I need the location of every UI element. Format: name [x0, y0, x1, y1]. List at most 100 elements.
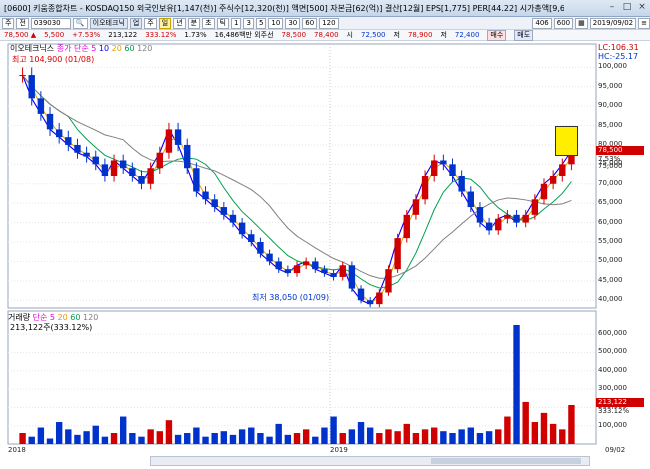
hc-value: HC:-25.17	[598, 52, 639, 61]
volume-bar	[46, 438, 54, 444]
candle	[403, 210, 410, 243]
volume-bar	[65, 429, 72, 444]
candle	[238, 217, 246, 239]
candle-body	[293, 265, 301, 274]
candle	[165, 122, 173, 159]
period-year[interactable]: 년	[173, 17, 186, 29]
price-tick-label: 95,000	[598, 81, 623, 90]
volume-bar	[431, 427, 438, 444]
candle-body	[101, 164, 109, 176]
volume-bar	[220, 431, 228, 444]
stock-label: 이오테크닉스	[10, 44, 55, 53]
candle-body	[412, 199, 420, 215]
candle-body	[449, 164, 456, 176]
candle-body	[184, 144, 191, 169]
candle	[284, 265, 292, 277]
ma5-label: 5	[91, 44, 97, 53]
candle-body	[431, 160, 438, 176]
interval-60[interactable]: 60	[302, 17, 318, 29]
candle-body	[504, 214, 511, 219]
period-second[interactable]: 초	[202, 17, 215, 29]
candle	[55, 122, 63, 144]
candle-body	[394, 238, 401, 270]
candle-body	[458, 176, 465, 192]
volume-bar	[165, 420, 173, 444]
candle-body	[19, 75, 26, 77]
candle-body	[119, 160, 127, 169]
volume-bar	[248, 427, 255, 444]
volume-bar	[110, 433, 118, 444]
candle-body	[229, 214, 237, 223]
candle-body	[522, 214, 529, 223]
candle	[485, 217, 493, 235]
volume-bar	[101, 436, 109, 444]
bar-count-shown[interactable]: 406	[532, 17, 552, 29]
volume-bar	[366, 427, 374, 444]
maximize-icon[interactable]: □	[621, 2, 633, 14]
market-select[interactable]: 주	[2, 17, 15, 29]
volume-bar	[531, 422, 539, 444]
menu-icon[interactable]: ≡	[638, 17, 650, 29]
price-legend: 이오테크닉스 종가 단순 5 10 20 60 120	[10, 43, 152, 54]
volume-bar	[312, 436, 319, 444]
volume-bar	[339, 433, 346, 444]
interval-5[interactable]: 5	[255, 17, 267, 29]
scope-select[interactable]: 전	[16, 17, 29, 29]
candle-series	[19, 67, 575, 308]
volume-bar	[284, 434, 292, 444]
price-tick-label: 45,000	[598, 275, 623, 284]
volume-bar	[549, 423, 557, 444]
highlight-box[interactable]	[555, 126, 578, 156]
scrollbar-thumb[interactable]	[431, 458, 581, 464]
volume-bar	[28, 436, 35, 444]
candle-body	[559, 164, 566, 176]
period-minute[interactable]: 분	[187, 17, 201, 29]
chart-scrollbar[interactable]	[150, 456, 590, 466]
candle	[339, 261, 346, 281]
candle	[412, 194, 420, 220]
price-tick-label: 40,000	[598, 295, 623, 304]
candle-body	[302, 261, 310, 266]
volume-bar	[376, 433, 383, 444]
search-icon[interactable]: 🔍	[72, 17, 88, 29]
candle	[266, 249, 273, 266]
volume-bar	[147, 429, 154, 444]
window-title: [0600] 키움종합차트 - KOSDAQ150 외국인보유[1,147(천)…	[4, 3, 564, 13]
volume-bar	[559, 429, 566, 444]
period-day[interactable]: 일	[158, 17, 172, 29]
candle	[156, 146, 163, 174]
price-tick-label: 90,000	[598, 101, 623, 110]
date-input[interactable]: 2019/09/02	[589, 17, 637, 29]
candle-body	[284, 269, 292, 274]
minimize-icon[interactable]: –	[606, 2, 618, 14]
candle	[37, 91, 45, 121]
volume-bar	[293, 433, 301, 444]
x-label-2018: 2018	[8, 446, 26, 454]
candle	[220, 202, 228, 220]
candle-body	[357, 288, 365, 301]
interval-30[interactable]: 30	[285, 17, 301, 29]
price-chart[interactable]	[0, 0, 650, 469]
calendar-icon[interactable]: ▦	[575, 17, 588, 29]
interval-3[interactable]: 3	[243, 17, 254, 29]
candle	[19, 67, 26, 83]
sector-button[interactable]: 업	[129, 17, 143, 29]
bar-count-total[interactable]: 600	[553, 17, 574, 29]
candle	[83, 146, 90, 163]
volume-bar	[138, 436, 145, 444]
stock-name-field[interactable]: 이오테크닉	[89, 17, 128, 29]
volume-bar	[568, 404, 575, 444]
interval-120[interactable]: 120	[319, 17, 339, 29]
close-icon[interactable]: ×	[636, 2, 648, 14]
interval-10[interactable]: 10	[268, 17, 284, 29]
sell-button[interactable]: 매도	[514, 29, 534, 41]
stock-code-input[interactable]: 039030	[30, 17, 71, 29]
buy-button[interactable]: 매수	[487, 29, 507, 41]
period-week[interactable]: 주	[144, 17, 157, 29]
volume-bar	[55, 422, 63, 444]
interval-1[interactable]: 1	[231, 17, 242, 29]
current-price: 78,500 ▲	[4, 31, 37, 39]
candle	[302, 257, 310, 270]
volume-bar	[266, 436, 273, 444]
period-tick[interactable]: 틱	[216, 17, 229, 29]
